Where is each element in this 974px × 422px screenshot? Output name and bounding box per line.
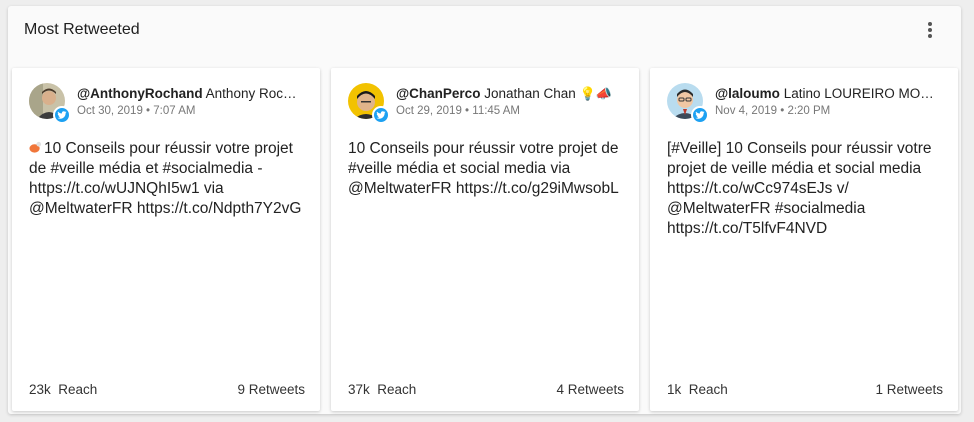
more-options-icon[interactable] <box>921 20 939 40</box>
reach-stat: 23k Reach <box>29 382 98 397</box>
author-handle[interactable]: @AnthonyRochand <box>77 86 203 101</box>
author-line: @ChanPerco Jonathan Chan 💡📣 <box>396 86 622 102</box>
avatar[interactable] <box>348 83 390 124</box>
panel-header: Most Retweeted <box>8 6 961 54</box>
tweet-card[interactable]: @ChanPerco Jonathan Chan 💡📣 Oct 29, 2019… <box>331 68 639 411</box>
tweet-text: 10 Conseils pour réussir votre projet de… <box>29 140 302 217</box>
tweet-text: [#Veille] 10 Conseils pour réussir votre… <box>667 140 932 237</box>
avatar[interactable] <box>667 83 709 124</box>
reach-stat: 37k Reach <box>348 382 417 397</box>
reach-stat: 1k Reach <box>667 382 728 397</box>
card-footer: 1k Reach 1 Retweets <box>667 382 943 397</box>
author-name: Anthony Rochand <box>205 86 303 101</box>
author-line: @laloumo Latino LOUREIRO MOREIRA <box>715 86 941 101</box>
retweets-stat: 1 Retweets <box>875 382 943 397</box>
card-footer: 23k Reach 9 Retweets <box>29 382 305 397</box>
tweet-timestamp: Nov 4, 2019 • 2:20 PM <box>715 105 831 117</box>
card-footer: 37k Reach 4 Retweets <box>348 382 624 397</box>
twitter-bird-icon <box>691 106 709 124</box>
tweet-card[interactable]: @AnthonyRochand Anthony Rochand Oct 30, … <box>12 68 320 411</box>
twitter-bird-icon <box>372 106 390 124</box>
tweet-timestamp: Oct 30, 2019 • 7:07 AM <box>77 105 196 117</box>
most-retweeted-panel: Most Retweeted @AnthonyRochand Anthony R… <box>8 6 961 414</box>
author-name: Jonathan Chan <box>484 86 576 101</box>
author-line: @AnthonyRochand Anthony Rochand <box>77 86 303 101</box>
retweets-stat: 9 Retweets <box>237 382 305 397</box>
megaphone-icon <box>29 141 42 153</box>
avatar[interactable] <box>29 83 71 124</box>
retweets-stat: 4 Retweets <box>556 382 624 397</box>
tweet-text: 10 Conseils pour réussir votre projet de… <box>348 140 619 197</box>
author-handle[interactable]: @ChanPerco <box>396 86 480 101</box>
twitter-bird-icon <box>53 106 71 124</box>
author-handle[interactable]: @laloumo <box>715 86 780 101</box>
panel-title: Most Retweeted <box>24 21 140 38</box>
tweet-timestamp: Oct 29, 2019 • 11:45 AM <box>396 105 521 117</box>
author-name: Latino LOUREIRO MOREIRA <box>783 86 941 101</box>
author-emoji: 💡📣 <box>579 86 612 101</box>
tweet-card[interactable]: @laloumo Latino LOUREIRO MOREIRA Nov 4, … <box>650 68 958 411</box>
